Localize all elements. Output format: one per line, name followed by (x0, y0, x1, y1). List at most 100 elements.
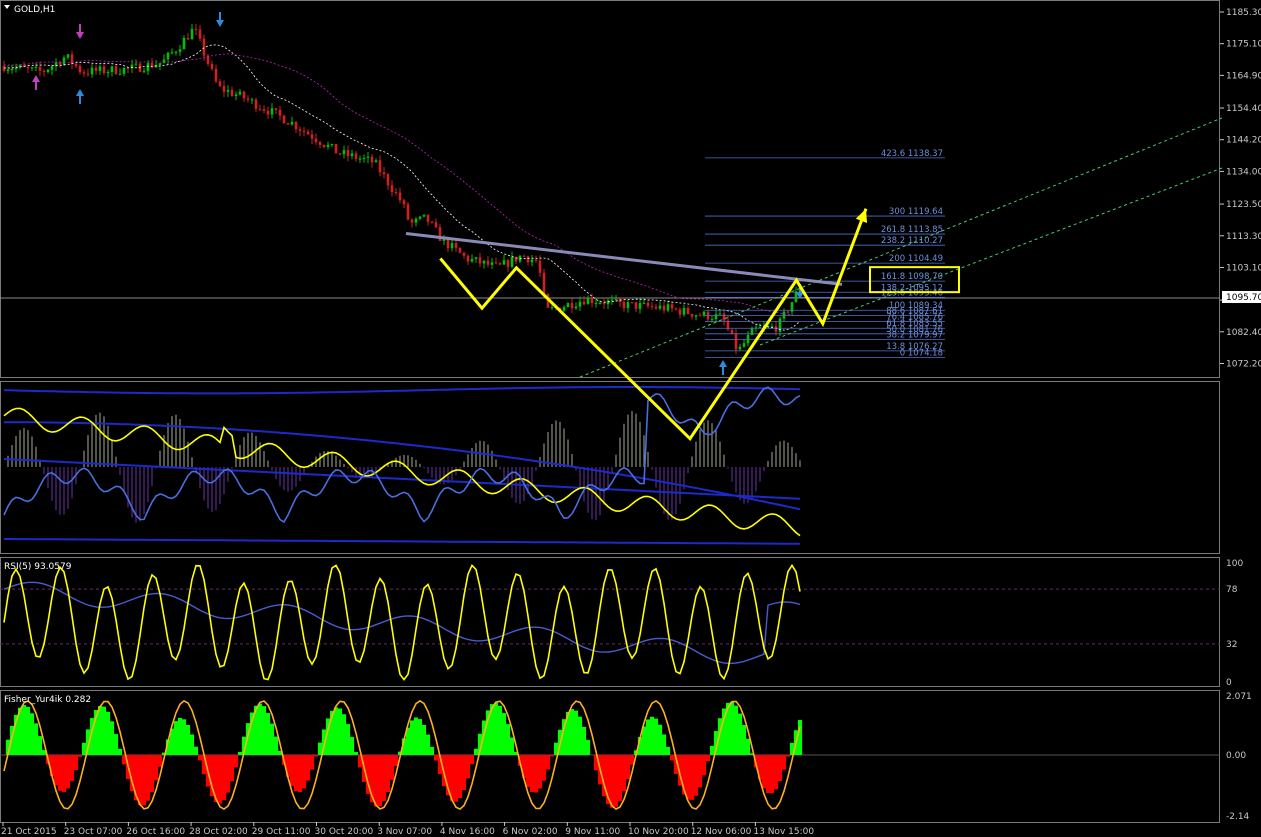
candle-body (422, 214, 426, 217)
price-axis-label: 1144.20 (1226, 136, 1261, 146)
time-axis-label: 21 Oct 2015 (1, 827, 57, 837)
candle-body (46, 69, 50, 72)
candle-body (186, 37, 190, 40)
candle-body (78, 66, 82, 73)
rsi-panel-layer (0, 563, 1220, 681)
candle-body (418, 216, 422, 219)
candle-body (190, 28, 194, 40)
candle-body (606, 300, 610, 305)
rsi-axis-label: 100 (1226, 559, 1243, 569)
main-panel-frame (0, 0, 1220, 378)
candle-body (414, 218, 418, 223)
fisher-panel-layer (0, 699, 1220, 811)
candle-body (574, 306, 578, 309)
candle-body (542, 272, 546, 295)
price-axis-label: 1103.10 (1226, 263, 1261, 273)
trading-chart[interactable]: 423.6 1138.37 300 1119.64 261.8 1113.85238… (0, 0, 1261, 837)
candle-body (262, 109, 266, 111)
candle-body (474, 257, 478, 259)
time-axis-label: 3 Nov 07:00 (377, 827, 432, 837)
candle-body (98, 66, 102, 71)
time-axis-label: 26 Oct 16:00 (126, 827, 185, 837)
fractal-up-arrow (32, 75, 40, 90)
window-menu-icon[interactable] (4, 5, 10, 9)
candle-body (426, 214, 430, 222)
candle-body (486, 260, 490, 265)
candle-body (458, 247, 462, 253)
candle-body (2, 65, 6, 72)
candle-body (346, 150, 350, 157)
rsi-axis-label: 78 (1226, 585, 1238, 595)
rsi-panel-frame (0, 557, 1220, 687)
candle-body (550, 307, 554, 309)
candle-body (626, 302, 630, 309)
candle-body (630, 302, 634, 304)
candle-body (586, 297, 590, 305)
fib-level-label: 238.2 1110.27 (881, 236, 943, 246)
price-axis-label: 1154.40 (1226, 104, 1261, 114)
fib-level-label: 38.2 1079.97 (886, 330, 943, 340)
candle-body (482, 260, 486, 264)
candle-body (102, 66, 106, 74)
candle-body (594, 302, 598, 304)
candle-body (258, 108, 262, 110)
candle-body (354, 153, 358, 159)
grid-layer (0, 0, 1220, 823)
candle-body (734, 333, 738, 350)
candle-body (610, 299, 614, 301)
candle-body (62, 57, 66, 65)
candle-body (394, 192, 398, 194)
candle-body (314, 138, 318, 142)
candle-body (682, 307, 686, 315)
window-title: GOLD,H1 (14, 5, 55, 15)
candle-body (650, 306, 654, 308)
candle-body (158, 63, 162, 66)
candle-body (466, 255, 470, 262)
candle-body (778, 318, 782, 332)
candle-body (170, 52, 174, 54)
candle-body (386, 174, 390, 186)
candle-body (526, 256, 530, 263)
candle-body (658, 305, 662, 309)
candle-body (434, 222, 438, 228)
candle-body (286, 123, 290, 125)
candle-body (6, 69, 10, 72)
candle-body (298, 129, 302, 131)
candle-body (282, 115, 286, 124)
candle-body (402, 200, 406, 205)
time-axis-label: 13 Nov 15:00 (753, 827, 814, 837)
candle-body (690, 313, 694, 317)
bollinger-panel-layer (3, 386, 801, 545)
fib-level-label: 123.6 1093.46 (881, 288, 943, 298)
band-upper-line (3, 386, 801, 395)
candle-body (42, 70, 46, 72)
price-axis-label: 1164.90 (1226, 71, 1261, 81)
candle-body (90, 67, 94, 75)
candle-body (290, 121, 294, 125)
candle-body (374, 160, 378, 163)
candle-body (698, 315, 702, 317)
candle-body (218, 81, 222, 87)
candle-body (498, 263, 502, 265)
candle-body (270, 108, 274, 115)
candle-body (358, 158, 362, 160)
candle-body (722, 313, 726, 321)
candle-body (86, 73, 90, 75)
candle-body (478, 257, 482, 264)
current-price-tag-label: 1095.70 (1226, 293, 1261, 303)
fib-level-label: 423.6 1138.37 (881, 149, 943, 159)
candle-body (686, 307, 690, 314)
candle-body (578, 301, 582, 307)
candle-body (178, 49, 182, 52)
candle-body (514, 256, 518, 262)
rsi-axis-label: 32 (1226, 640, 1237, 650)
candle-body (406, 204, 410, 220)
candle-body (510, 256, 514, 267)
rsi-slow-line (3, 581, 801, 664)
candle-body (74, 63, 78, 67)
candle-body (646, 302, 650, 307)
candle-body (730, 329, 734, 334)
candle-body (694, 315, 698, 317)
candle-body (506, 260, 510, 267)
time-axis-label: 12 Nov 06:00 (691, 827, 752, 837)
